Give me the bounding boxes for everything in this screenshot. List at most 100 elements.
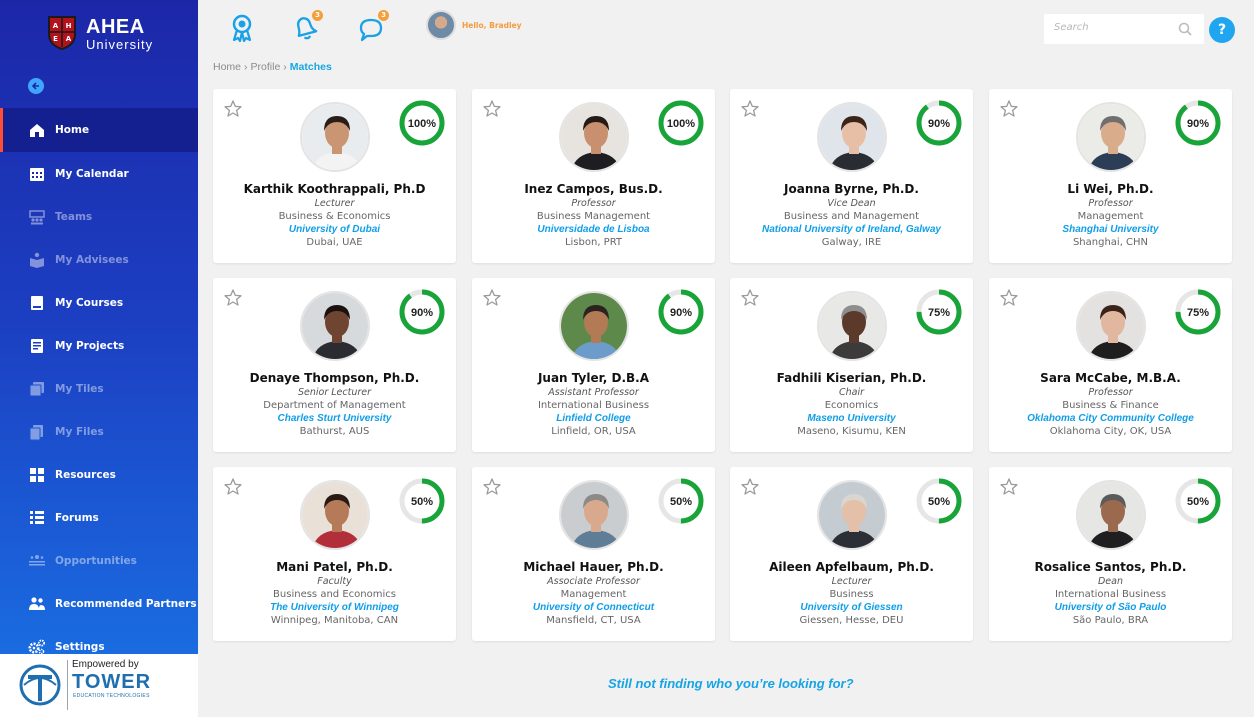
favorite-star-icon[interactable]	[223, 477, 243, 497]
sidebar-item-recommended-partners[interactable]: Recommended Partners	[0, 582, 198, 625]
search-icon[interactable]	[1178, 22, 1192, 36]
match-card[interactable]: 75% Fadhili Kiserian, Ph.D. Chair Economics…	[730, 278, 973, 452]
match-card[interactable]: 50% Mani Patel, Ph.D. Faculty Business and …	[213, 467, 456, 641]
search-input[interactable]	[1054, 22, 1174, 33]
match-card[interactable]: 100% Karthik Koothrappali, Ph.D Lecturer Bu…	[213, 89, 456, 263]
sidebar-item-my-courses[interactable]: My Courses	[0, 281, 198, 324]
breadcrumb-current: Matches	[289, 61, 332, 73]
sidebar-item-my-files[interactable]: My Files	[0, 410, 198, 453]
match-score-ring: 90%	[1175, 100, 1221, 146]
sidebar: A H E A AHEA University Home My Calendar T…	[0, 0, 198, 717]
match-name[interactable]: Sara McCabe, M.B.A.	[989, 371, 1232, 386]
favorite-star-icon[interactable]	[223, 99, 243, 119]
match-card[interactable]: 100% Inez Campos, Bus.D. Professor Business…	[472, 89, 715, 263]
achievements-button[interactable]	[226, 12, 258, 44]
match-university-link[interactable]: Oklahoma City Community College	[989, 412, 1232, 425]
breadcrumb-home[interactable]: Home	[213, 61, 241, 73]
match-name[interactable]: Karthik Koothrappali, Ph.D	[213, 182, 456, 197]
favorite-star-icon[interactable]	[482, 288, 502, 308]
profile-photo[interactable]	[300, 291, 370, 361]
favorite-star-icon[interactable]	[999, 99, 1019, 119]
favorite-star-icon[interactable]	[999, 288, 1019, 308]
profile-photo[interactable]	[559, 480, 629, 550]
favorite-star-icon[interactable]	[223, 288, 243, 308]
match-card[interactable]: 90% Denaye Thompson, Ph.D. Senior Lecturer…	[213, 278, 456, 452]
match-name[interactable]: Juan Tyler, D.B.A	[472, 371, 715, 386]
sidebar-item-teams[interactable]: Teams	[0, 195, 198, 238]
match-card[interactable]: 90% Li Wei, Ph.D. Professor Management Shang…	[989, 89, 1232, 263]
match-name[interactable]: Aileen Apfelbaum, Ph.D.	[730, 560, 973, 575]
profile-photo[interactable]	[300, 480, 370, 550]
match-name[interactable]: Michael Hauer, Ph.D.	[472, 560, 715, 575]
match-university-link[interactable]: National University of Ireland, Galway	[730, 223, 973, 236]
profile-photo[interactable]	[817, 102, 887, 172]
match-department: Business and Management	[783, 211, 920, 222]
profile-photo[interactable]	[1076, 102, 1146, 172]
match-card[interactable]: 75% Sara McCabe, M.B.A. Professor Business …	[989, 278, 1232, 452]
brand[interactable]: A H E A AHEA University	[48, 16, 153, 52]
favorite-star-icon[interactable]	[740, 477, 760, 497]
sidebar-item-my-tiles[interactable]: My Tiles	[0, 367, 198, 410]
sidebar-item-label: Home	[55, 124, 90, 136]
match-name[interactable]: Denaye Thompson, Ph.D.	[213, 371, 456, 386]
profile-photo[interactable]	[559, 102, 629, 172]
sidebar-item-forums[interactable]: Forums	[0, 496, 198, 539]
match-university-link[interactable]: The University of Winnipeg	[213, 601, 456, 614]
tower-subtitle: EDUCATION TECHNOLOGIES	[73, 693, 150, 699]
match-university-link[interactable]: University of Connecticut	[472, 601, 715, 614]
match-name[interactable]: Inez Campos, Bus.D.	[472, 182, 715, 197]
sidebar-item-home[interactable]: Home	[0, 108, 198, 152]
match-name[interactable]: Mani Patel, Ph.D.	[213, 560, 456, 575]
sidebar-item-my-calendar[interactable]: My Calendar	[0, 152, 198, 195]
match-name[interactable]: Li Wei, Ph.D.	[989, 182, 1232, 197]
profile-photo[interactable]	[1076, 480, 1146, 550]
match-name[interactable]: Rosalice Santos, Ph.D.	[989, 560, 1232, 575]
match-role: Assistant Professor	[548, 387, 639, 398]
match-university-link[interactable]: Shanghai University	[989, 223, 1232, 236]
match-university-link[interactable]: University of Giessen	[730, 601, 973, 614]
match-name[interactable]: Joanna Byrne, Ph.D.	[730, 182, 973, 197]
not-finding-link[interactable]: Still not finding who you’re looking for…	[608, 676, 854, 691]
user-avatar[interactable]	[426, 10, 456, 40]
profile-photo[interactable]	[559, 291, 629, 361]
profile-photo[interactable]	[300, 102, 370, 172]
profile-portrait-icon	[302, 482, 368, 548]
favorite-star-icon[interactable]	[740, 99, 760, 119]
favorite-star-icon[interactable]	[482, 477, 502, 497]
favorite-star-icon[interactable]	[482, 99, 502, 119]
help-button[interactable]: ?	[1209, 17, 1235, 43]
sidebar-item-resources[interactable]: Resources	[0, 453, 198, 496]
messages-button[interactable]: 3	[355, 10, 389, 44]
profile-photo[interactable]	[817, 480, 887, 550]
match-card[interactable]: 90% Joanna Byrne, Ph.D. Vice Dean Business …	[730, 89, 973, 263]
collapse-sidebar-button[interactable]	[28, 78, 44, 94]
match-university-link[interactable]: University of São Paulo	[989, 601, 1232, 614]
profile-portrait-icon	[1078, 104, 1144, 170]
match-university-link[interactable]: Universidade de Lisboa	[472, 223, 715, 236]
favorite-star-icon[interactable]	[999, 477, 1019, 497]
shield-letter: H	[66, 22, 72, 30]
breadcrumb-profile[interactable]: Profile	[251, 61, 281, 73]
match-name[interactable]: Fadhili Kiserian, Ph.D.	[730, 371, 973, 386]
sidebar-item-my-projects[interactable]: My Projects	[0, 324, 198, 367]
match-location: Galway, IRE	[821, 237, 882, 248]
match-card[interactable]: 50% Michael Hauer, Ph.D. Associate Profess…	[472, 467, 715, 641]
match-card[interactable]: 50% Aileen Apfelbaum, Ph.D. Lecturer Busine…	[730, 467, 973, 641]
profile-photo[interactable]	[817, 291, 887, 361]
match-university-link[interactable]: Linfield College	[472, 412, 715, 425]
favorite-star-icon[interactable]	[740, 288, 760, 308]
user-greeting[interactable]: Hello, Bradley	[462, 21, 522, 30]
notifications-button[interactable]: 3	[289, 10, 323, 44]
match-location: Shanghai, CHN	[1072, 237, 1149, 248]
match-card[interactable]: 50% Rosalice Santos, Ph.D. Dean Internation…	[989, 467, 1232, 641]
match-card[interactable]: 90% Juan Tyler, D.B.A Assistant Professor I…	[472, 278, 715, 452]
resources-icon	[28, 466, 46, 484]
profile-photo[interactable]	[1076, 291, 1146, 361]
match-university-link[interactable]: Maseno University	[730, 412, 973, 425]
sidebar-item-opportunities[interactable]: Opportunities	[0, 539, 198, 582]
match-university-link[interactable]: University of Dubai	[213, 223, 456, 236]
match-role: Lecturer	[314, 198, 355, 209]
match-university-link[interactable]: Charles Sturt University	[213, 412, 456, 425]
match-score-ring: 90%	[916, 100, 962, 146]
sidebar-item-my-advisees[interactable]: My Advisees	[0, 238, 198, 281]
